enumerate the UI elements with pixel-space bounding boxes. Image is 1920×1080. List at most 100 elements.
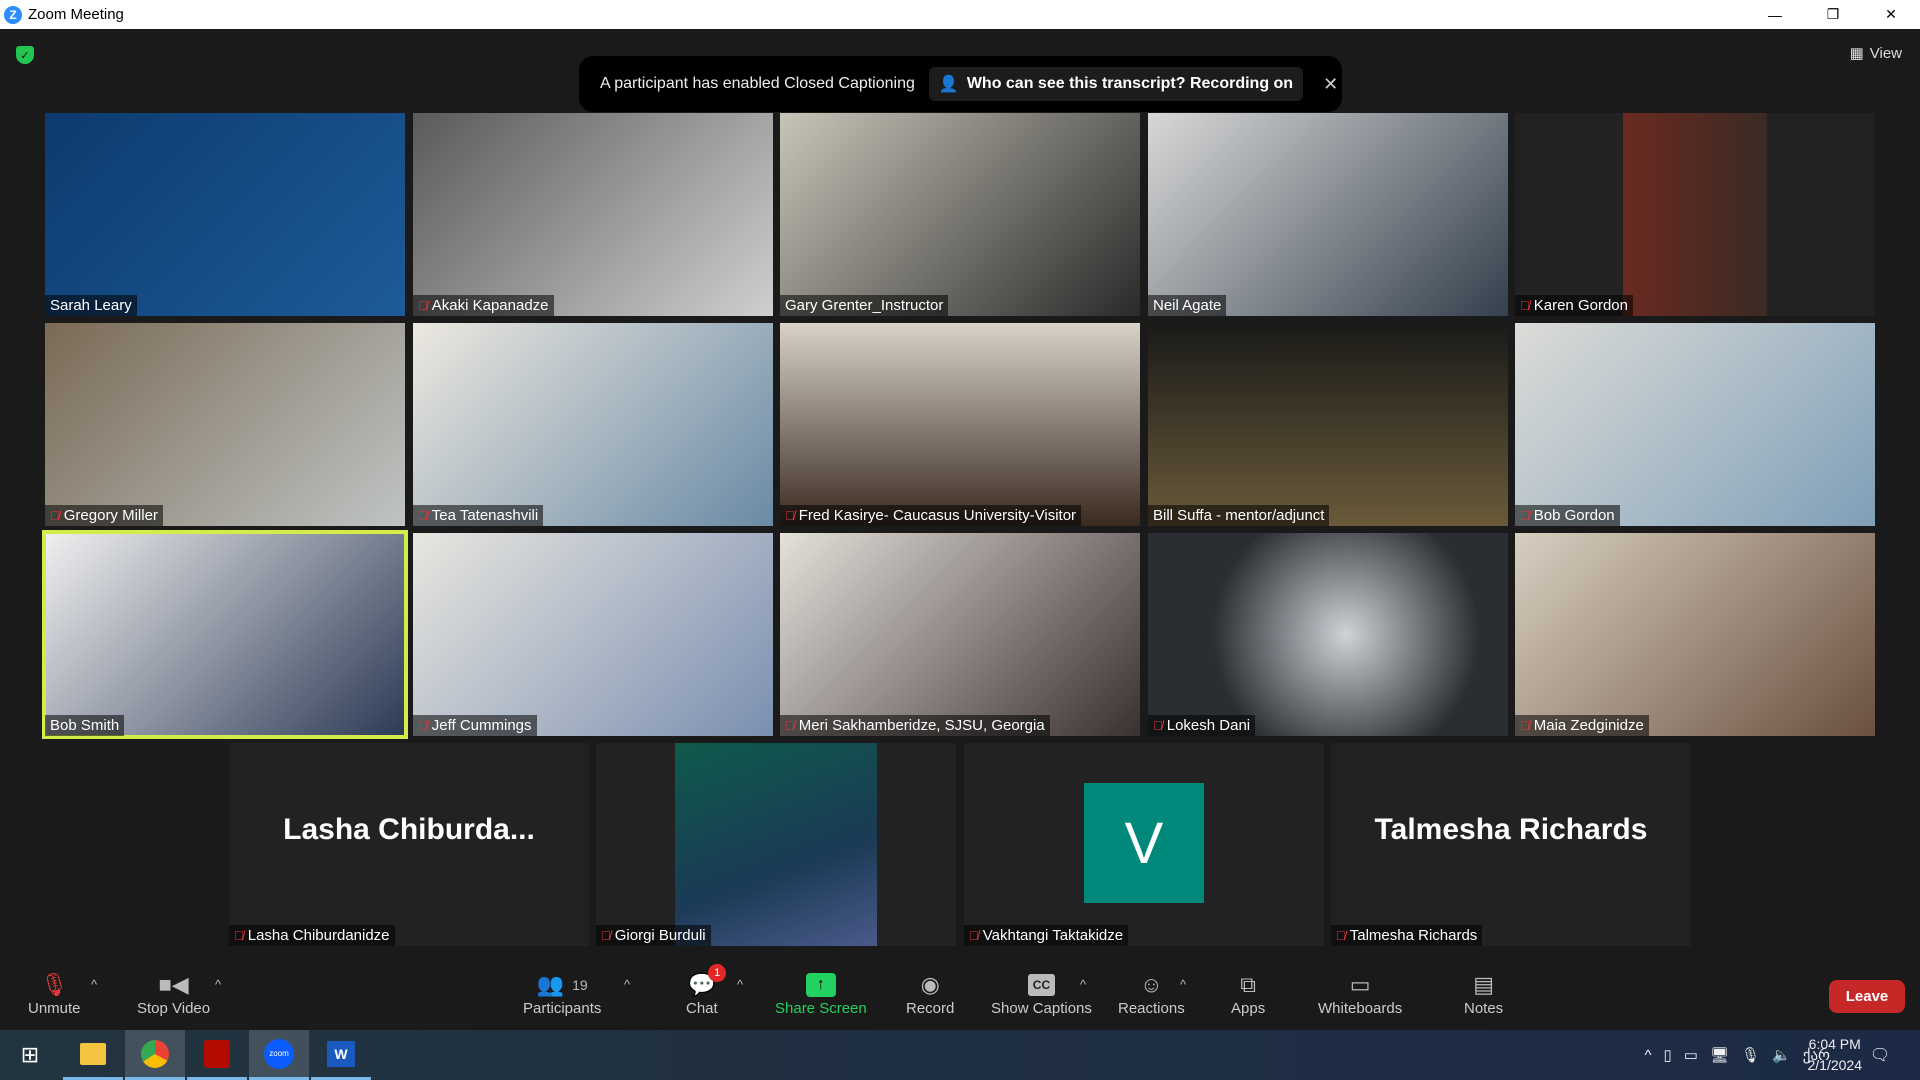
muted-mic-icon: 🎙̸: [1520, 508, 1530, 523]
whiteboards-button[interactable]: ▭ Whiteboards: [1318, 970, 1402, 1017]
whiteboard-icon: ▭: [1349, 972, 1371, 997]
participant-avatar: V: [1084, 783, 1204, 903]
participant-tile[interactable]: 🎙̸ Karen Gordon: [1515, 113, 1875, 316]
participant-tile[interactable]: 🎙̸ Giorgi Burduli: [596, 743, 956, 946]
participant-tile[interactable]: 🎙̸ Gregory Miller: [45, 323, 405, 526]
participant-name: Fred Kasirye- Caucasus University-Visito…: [798, 507, 1077, 524]
notifications-icon[interactable]: 🗨: [1850, 1030, 1910, 1080]
close-button[interactable]: ✕: [1862, 0, 1920, 29]
participant-name-label: 🎙̸ Lasha Chiburdanidze: [229, 925, 395, 946]
show-hidden-icons-chevron[interactable]: ^: [1644, 1047, 1651, 1064]
participant-display-name: Lasha Chiburda...: [283, 812, 535, 846]
participant-tile[interactable]: Gary Grenter_Instructor: [780, 113, 1140, 316]
network-icon[interactable]: 🖥: [1710, 1046, 1729, 1064]
window-title: Zoom Meeting: [28, 6, 124, 23]
participant-name-label: 🎙̸ Karen Gordon: [1515, 295, 1633, 316]
participant-name-label: 🎙̸ Akaki Kapanadze: [413, 295, 554, 316]
system-tray: ^ ▯ ▭ 🖥 🎙 🔈 ქარ: [1644, 1030, 1830, 1080]
captions-options-caret[interactable]: ^: [1080, 977, 1086, 992]
zoom-logo-icon: Z: [4, 5, 22, 24]
participant-name-label: Gary Grenter_Instructor: [780, 295, 949, 316]
participant-name-label: 🎙̸ Bob Gordon: [1515, 505, 1620, 526]
participant-tile[interactable]: Sarah Leary: [45, 113, 405, 316]
transcript-info-button[interactable]: 👤 Who can see this transcript? Recording …: [928, 67, 1304, 101]
view-button[interactable]: ▦ View: [1849, 44, 1902, 63]
battery-icon[interactable]: ▭: [1684, 1046, 1698, 1064]
file-explorer-taskbar-icon[interactable]: [63, 1030, 123, 1080]
reactions-button[interactable]: ☺ Reactions: [1118, 970, 1185, 1017]
participants-options-caret[interactable]: ^: [624, 977, 630, 992]
muted-mic-icon: 🎙̸: [50, 508, 60, 523]
volume-icon[interactable]: 🔈: [1772, 1046, 1791, 1064]
share-screen-button[interactable]: ↑ Share Screen: [775, 970, 867, 1017]
participant-name-label: 🎙̸ Talmesha Richards: [1331, 925, 1483, 946]
notes-button[interactable]: ▤ Notes: [1464, 970, 1503, 1017]
start-button[interactable]: ⊞: [0, 1030, 60, 1080]
participants-button[interactable]: 👥 19 Participants: [523, 970, 601, 1017]
windows-logo-icon: ⊞: [20, 1042, 40, 1067]
view-label: View: [1869, 44, 1902, 62]
muted-mic-icon: 🎙̸: [418, 508, 428, 523]
participant-name: Gregory Miller: [63, 507, 158, 524]
transcript-info-label: Who can see this transcript? Recording o…: [966, 75, 1294, 92]
emoji-add-icon: ☺: [1140, 972, 1163, 997]
video-camera-icon: ■◀: [158, 972, 189, 997]
participant-name-label: 🎙̸ Fred Kasirye- Caucasus University-Visi…: [780, 505, 1082, 526]
word-taskbar-icon[interactable]: W: [311, 1030, 371, 1080]
participant-name-label: 🎙̸ Vakhtangi Taktakidze: [964, 925, 1129, 946]
participant-name-label: Bill Suffa - mentor/adjunct: [1148, 505, 1330, 526]
unmute-button[interactable]: 🎙 Unmute: [28, 970, 81, 1017]
reactions-options-caret[interactable]: ^: [1180, 977, 1186, 992]
participant-tile[interactable]: Talmesha Richards 🎙̸ Talmesha Richards: [1331, 743, 1691, 946]
participant-tile[interactable]: V 🎙̸ Vakhtangi Taktakidze: [964, 743, 1324, 946]
participant-tile[interactable]: 🎙̸ Akaki Kapanadze: [413, 113, 773, 316]
participant-name-label: 🎙̸ Tea Tatenashvili: [413, 505, 544, 526]
leave-button[interactable]: Leave: [1829, 980, 1905, 1013]
participant-tile[interactable]: 🎙̸ Jeff Cummings: [413, 533, 773, 736]
audio-options-caret[interactable]: ^: [91, 977, 97, 992]
participant-name-label: 🎙̸ Lokesh Dani: [1148, 715, 1256, 736]
microphone-icon[interactable]: 🎙: [1741, 1046, 1760, 1064]
participant-tile[interactable]: Bill Suffa - mentor/adjunct: [1148, 323, 1508, 526]
security-shield-icon[interactable]: ✓: [16, 46, 34, 64]
muted-mic-icon: 🎙̸: [1520, 298, 1530, 313]
participant-tile[interactable]: 🎙̸ Tea Tatenashvili: [413, 323, 773, 526]
participant-name: Jeff Cummings: [431, 717, 532, 734]
participant-tile[interactable]: 🎙̸ Maia Zedginidze: [1515, 533, 1875, 736]
participant-name: Akaki Kapanadze: [431, 297, 549, 314]
title-bar: Z Zoom Meeting — ❐ ✕: [0, 0, 1920, 29]
participant-name: Lokesh Dani: [1166, 717, 1251, 734]
participant-tile[interactable]: 🎙̸ Bob Gordon: [1515, 323, 1875, 526]
restore-button[interactable]: ❐: [1804, 0, 1862, 29]
zoom-taskbar-icon[interactable]: zoom: [249, 1030, 309, 1080]
participant-name: Bob Gordon: [1533, 507, 1615, 524]
minimize-button[interactable]: —: [1746, 0, 1804, 29]
chrome-taskbar-icon[interactable]: [125, 1030, 185, 1080]
record-button[interactable]: ◉ Record: [906, 970, 954, 1017]
stop-video-button[interactable]: ■◀ Stop Video: [137, 970, 210, 1017]
participant-name-label: 🎙̸ Jeff Cummings: [413, 715, 537, 736]
video-options-caret[interactable]: ^: [215, 977, 221, 992]
grid-icon: ▦: [1849, 45, 1864, 62]
participant-tile[interactable]: Lasha Chiburda... 🎙̸ Lasha Chiburdanidze: [229, 743, 589, 946]
muted-mic-icon: 🎙̸: [785, 508, 795, 523]
participant-tile[interactable]: 🎙̸ Lokesh Dani: [1148, 533, 1508, 736]
participant-name: Tea Tatenashvili: [431, 507, 539, 524]
participant-tile[interactable]: 🎙̸ Meri Sakhamberidze, SJSU, Georgia: [780, 533, 1140, 736]
show-captions-button[interactable]: CC Show Captions: [991, 970, 1092, 1017]
camera-icon[interactable]: ▯: [1664, 1046, 1672, 1064]
cc-icon: CC: [1027, 970, 1056, 1000]
chat-button[interactable]: 💬 1 Chat: [686, 964, 727, 1017]
acrobat-taskbar-icon[interactable]: [187, 1030, 247, 1080]
participant-name-label: Bob Smith: [45, 715, 125, 736]
participant-tile[interactable]: 🎙̸ Fred Kasirye- Caucasus University-Visi…: [780, 323, 1140, 526]
windows-taskbar: ⊞ zoom W ^ ▯ ▭ 🖥 🎙 🔈 ქარ 6:04 PM 2/1/2024…: [0, 1030, 1920, 1080]
participant-tile[interactable]: Bob Smith: [42, 530, 408, 739]
muted-mic-icon: 🎙̸: [785, 718, 795, 733]
share-screen-icon: ↑: [805, 970, 836, 1000]
participant-tile[interactable]: Neil Agate: [1148, 113, 1508, 316]
apps-button[interactable]: ⧉ Apps: [1231, 970, 1265, 1017]
banner-close-button[interactable]: ✕: [1323, 74, 1338, 95]
chat-options-caret[interactable]: ^: [737, 977, 743, 992]
muted-mic-icon: 🎙̸: [418, 298, 428, 313]
